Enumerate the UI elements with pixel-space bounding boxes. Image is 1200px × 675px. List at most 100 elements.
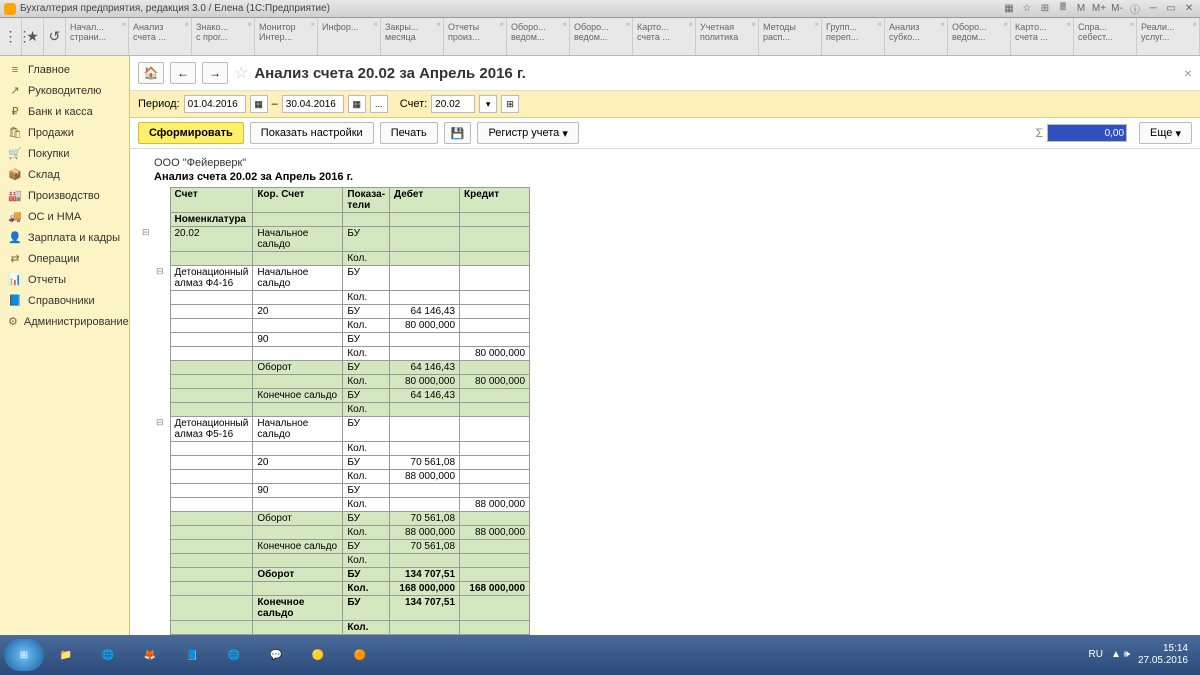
tb-icon[interactable]: 🖩 [1056, 2, 1070, 16]
sidebar-item[interactable]: 📦Склад [0, 164, 129, 185]
tab-close-icon[interactable]: × [1003, 20, 1008, 29]
tab-close-icon[interactable]: × [814, 20, 819, 29]
tb-icon[interactable]: M+ [1092, 2, 1106, 16]
window-tab[interactable]: Оборо...ведом...× [507, 18, 570, 55]
tray-date: 27.05.2016 [1138, 655, 1188, 667]
taskbar-app[interactable]: 🟠 [340, 639, 380, 671]
window-tab[interactable]: Инфор...× [318, 18, 381, 55]
sidebar-item[interactable]: 👤Зарплата и кадры [0, 227, 129, 248]
sidebar-label: Операции [28, 253, 79, 265]
taskbar-app[interactable]: 🌐 [88, 639, 128, 671]
sidebar-item[interactable]: 📘Справочники [0, 290, 129, 311]
window-tab[interactable]: Спра...себест...× [1074, 18, 1137, 55]
window-tab[interactable]: Отчетыпроиз...× [444, 18, 507, 55]
account-tree-icon[interactable]: ⊞ [501, 95, 519, 113]
sidebar-item[interactable]: 📊Отчеты [0, 269, 129, 290]
sidebar-item[interactable]: ↗Руководителю [0, 80, 129, 101]
window-tab[interactable]: Учетнаяполитика× [696, 18, 759, 55]
window-tab[interactable]: Анализсчета ...× [129, 18, 192, 55]
window-tab[interactable]: Закры...месяца× [381, 18, 444, 55]
start-button[interactable]: ⊞ [4, 639, 44, 671]
apps-grid-icon[interactable]: ⋮⋮⋮ [0, 18, 22, 55]
calendar-to-icon[interactable]: ▦ [348, 95, 366, 113]
favorite-icon[interactable]: ★ [22, 18, 44, 55]
tab-close-icon[interactable]: × [625, 20, 630, 29]
tab-close-icon[interactable]: × [877, 20, 882, 29]
table-row: Кол. [142, 621, 530, 635]
tb-icon[interactable]: ▦ [1002, 2, 1016, 16]
show-settings-button[interactable]: Показать настройки [250, 122, 374, 144]
history-icon[interactable]: ↺ [44, 18, 66, 55]
minimize-icon[interactable]: ─ [1146, 2, 1160, 16]
sidebar-item[interactable]: ⇄Операции [0, 248, 129, 269]
sidebar-item[interactable]: 🚚ОС и НМА [0, 206, 129, 227]
window-tab[interactable]: Методырасп...× [759, 18, 822, 55]
sidebar-item[interactable]: 🛒Покупки [0, 143, 129, 164]
system-tray: RU ▲ 🕪 15:14 27.05.2016 [1089, 643, 1197, 667]
star-icon[interactable]: ☆ [234, 63, 248, 83]
print-button[interactable]: Печать [380, 122, 438, 144]
window-tab[interactable]: Начал...страни...× [66, 18, 129, 55]
tab-close-icon[interactable]: × [121, 20, 126, 29]
more-button[interactable]: Еще ▾ [1139, 122, 1192, 144]
tab-close-icon[interactable]: × [1129, 20, 1134, 29]
tb-icon[interactable]: M- [1110, 2, 1124, 16]
window-tab[interactable]: Оборо...ведом...× [570, 18, 633, 55]
tab-close-icon[interactable]: × [940, 20, 945, 29]
taskbar-app[interactable]: 💬 [256, 639, 296, 671]
tb-icon[interactable]: ⊞ [1038, 2, 1052, 16]
table-row: 20 БУ 64 146,43 [142, 305, 530, 319]
maximize-icon[interactable]: ▭ [1164, 2, 1178, 16]
tab-close-icon[interactable]: × [688, 20, 693, 29]
sidebar-item[interactable]: ≡Главное [0, 60, 129, 80]
tab-close-icon[interactable]: × [373, 20, 378, 29]
window-tab[interactable]: Реали...услуг...× [1137, 18, 1200, 55]
sidebar-item[interactable]: 🏭Производство [0, 185, 129, 206]
save-button[interactable]: 💾 [444, 122, 472, 144]
window-tab[interactable]: Карто...счета ...× [633, 18, 696, 55]
tab-close-icon[interactable]: × [436, 20, 441, 29]
window-tab[interactable]: Карто...счета ...× [1011, 18, 1074, 55]
window-tab[interactable]: Оборо...ведом...× [948, 18, 1011, 55]
period-picker-button[interactable]: ... [370, 95, 388, 113]
org-name: ООО "Фейерверк" [154, 157, 1188, 169]
tab-close-icon[interactable]: × [499, 20, 504, 29]
tab-close-icon[interactable]: × [247, 20, 252, 29]
taskbar-app[interactable]: 🌐 [214, 639, 254, 671]
tab-close-icon[interactable]: × [310, 20, 315, 29]
help-icon[interactable]: ⓘ [1128, 2, 1142, 16]
date-from-input[interactable] [184, 95, 246, 113]
close-page-icon[interactable]: × [1184, 65, 1192, 81]
taskbar-app[interactable]: 📘 [172, 639, 212, 671]
window-tab[interactable]: Групп...переп...× [822, 18, 885, 55]
tab-close-icon[interactable]: × [1192, 20, 1197, 29]
date-to-input[interactable] [282, 95, 344, 113]
close-icon[interactable]: ✕ [1182, 2, 1196, 16]
window-tab[interactable]: МониторИнтер...× [255, 18, 318, 55]
tb-icon[interactable]: ☆ [1020, 2, 1034, 16]
tab-close-icon[interactable]: × [751, 20, 756, 29]
tray-lang[interactable]: RU [1089, 649, 1103, 661]
home-button[interactable]: 🏠 [138, 62, 164, 84]
tab-close-icon[interactable]: × [184, 20, 189, 29]
sidebar-item[interactable]: 🛍Продажи [0, 122, 129, 143]
sum-input[interactable] [1047, 124, 1127, 142]
tab-close-icon[interactable]: × [562, 20, 567, 29]
calendar-from-icon[interactable]: ▦ [250, 95, 268, 113]
register-button[interactable]: Регистр учета ▾ [477, 122, 578, 144]
sidebar-item[interactable]: ⚙Администрирование [0, 311, 129, 332]
back-button[interactable]: ← [170, 62, 196, 84]
taskbar-app[interactable]: 📁 [46, 639, 86, 671]
taskbar-app[interactable]: 🦊 [130, 639, 170, 671]
account-dropdown-icon[interactable]: ▾ [479, 95, 497, 113]
sidebar-label: Покупки [28, 148, 69, 160]
form-report-button[interactable]: Сформировать [138, 122, 244, 144]
window-tab[interactable]: Знако...с прог...× [192, 18, 255, 55]
forward-button[interactable]: → [202, 62, 228, 84]
account-input[interactable] [431, 95, 475, 113]
tab-close-icon[interactable]: × [1066, 20, 1071, 29]
taskbar-app[interactable]: 🟡 [298, 639, 338, 671]
window-tab[interactable]: Анализсубко...× [885, 18, 948, 55]
tb-icon[interactable]: M [1074, 2, 1088, 16]
sidebar-item[interactable]: ₽Банк и касса [0, 101, 129, 122]
